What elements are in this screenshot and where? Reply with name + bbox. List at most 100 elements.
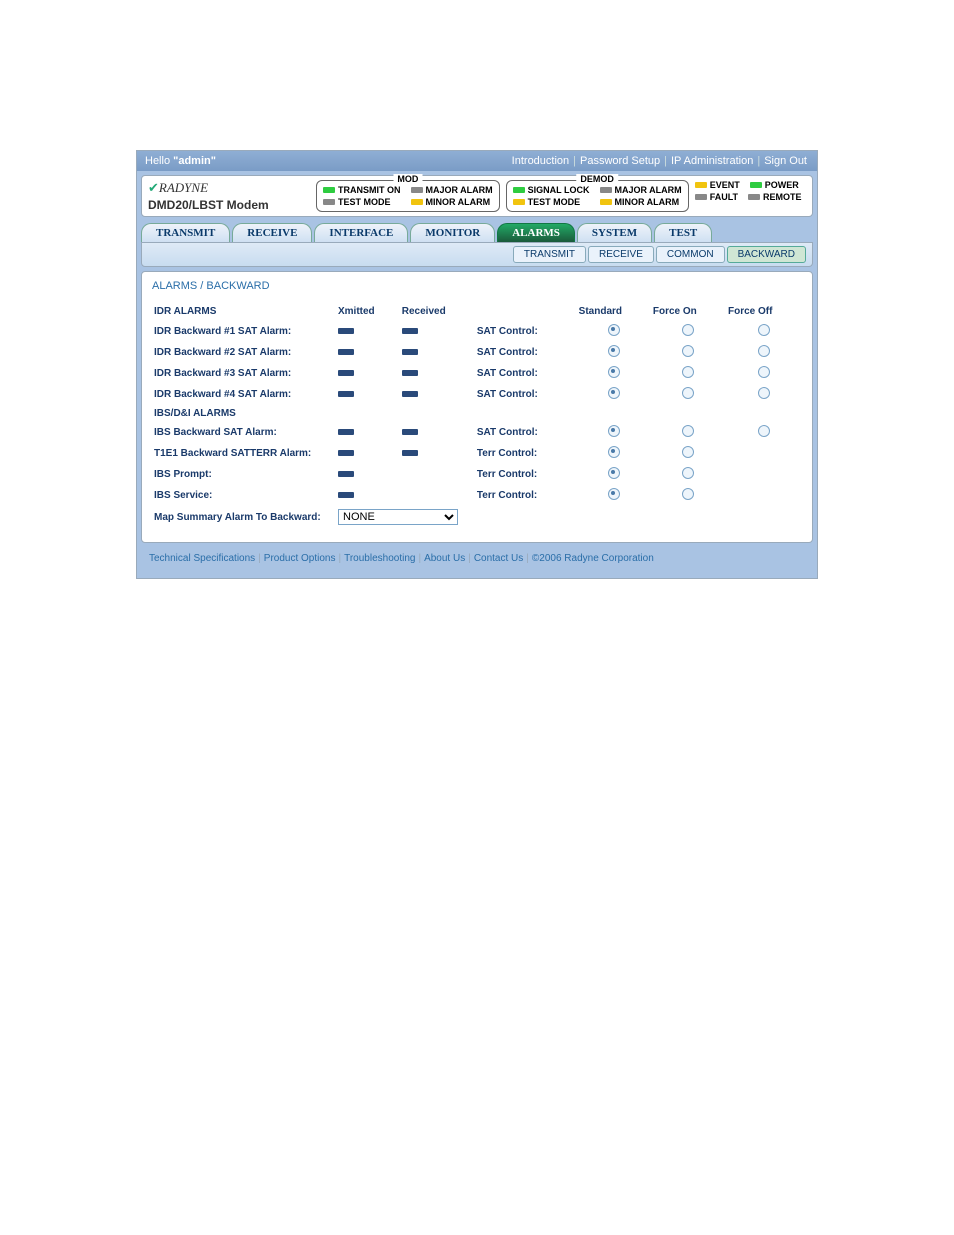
control-label: SAT Control: [475, 422, 577, 443]
radio[interactable] [682, 425, 694, 437]
table-row: IDR Backward #2 SAT Alarm:SAT Control: [152, 342, 802, 363]
led-icon [600, 187, 612, 193]
radio[interactable] [608, 345, 620, 357]
status-bar-icon [402, 328, 418, 334]
control-label: SAT Control: [475, 321, 577, 342]
sub-tab-transmit[interactable]: TRANSMIT [513, 246, 586, 263]
col-section: IDR ALARMS [152, 302, 336, 321]
col-header: Xmitted [336, 302, 400, 321]
status-demod-title: DEMOD [576, 174, 618, 184]
radio[interactable] [682, 488, 694, 500]
led-icon [600, 199, 612, 205]
radio[interactable] [608, 467, 620, 479]
col-header: Force On [651, 302, 726, 321]
radio[interactable] [758, 345, 770, 357]
status-led-item: MINOR ALARM [411, 197, 493, 207]
status-bar-icon [338, 349, 354, 355]
row-label: IDR Backward #1 SAT Alarm: [152, 321, 336, 342]
radio[interactable] [758, 366, 770, 378]
led-label: MINOR ALARM [615, 197, 680, 207]
radio[interactable] [682, 366, 694, 378]
main-tab-system[interactable]: SYSTEM [577, 223, 652, 242]
status-mod: MOD TRANSMIT ONTEST MODE MAJOR ALARMMINO… [316, 180, 500, 212]
led-label: TRANSMIT ON [338, 185, 401, 195]
status-bar-icon [338, 328, 354, 334]
sub-tab-receive[interactable]: RECEIVE [588, 246, 654, 263]
radio[interactable] [608, 488, 620, 500]
table-row: T1E1 Backward SATTERR Alarm: Terr Control… [152, 443, 802, 464]
main-tab-interface[interactable]: INTERFACE [314, 223, 408, 242]
radio[interactable] [682, 345, 694, 357]
row-label: T1E1 Backward SATTERR Alarm: [152, 443, 336, 464]
footer-copyright: ©2006 Radyne Corporation [532, 553, 654, 564]
greet-user: "admin" [173, 155, 216, 167]
radio[interactable] [682, 467, 694, 479]
radio[interactable] [758, 387, 770, 399]
sub-tab-backward[interactable]: BACKWARD [727, 246, 806, 263]
topbar-link[interactable]: IP Administration [671, 155, 753, 167]
led-icon [411, 199, 423, 205]
control-label: SAT Control: [475, 342, 577, 363]
led-label: FAULT [710, 192, 738, 202]
sub-tab-common[interactable]: COMMON [656, 246, 725, 263]
status-misc: EVENTPOWERFAULTREMOTE [695, 180, 802, 212]
status-bar-icon [402, 429, 418, 435]
topbar-link[interactable]: Introduction [512, 155, 569, 167]
brand-model: DMD20/LBST Modem [148, 198, 308, 212]
footer-link[interactable]: Technical Specifications [149, 553, 255, 564]
footer-link[interactable]: Troubleshooting [344, 553, 415, 564]
footer-link[interactable]: About Us [424, 553, 465, 564]
radio[interactable] [608, 446, 620, 458]
control-label: Terr Control: [475, 443, 577, 464]
radio[interactable] [608, 324, 620, 336]
map-select[interactable]: NONE [338, 509, 458, 525]
main-tab-receive[interactable]: RECEIVE [232, 223, 312, 242]
main-tab-test[interactable]: TEST [654, 223, 712, 242]
radio[interactable] [608, 366, 620, 378]
main-tab-transmit[interactable]: TRANSMIT [141, 223, 230, 242]
col-header: Received [400, 302, 475, 321]
row-label: IBS Prompt: [152, 464, 336, 485]
table-row: IBS Service:Terr Control: [152, 485, 802, 506]
radio[interactable] [758, 425, 770, 437]
status-mod-title: MOD [393, 174, 422, 184]
topbar-link[interactable]: Password Setup [580, 155, 660, 167]
brand-name: RADYNE [159, 180, 208, 195]
table-row: IDR Backward #4 SAT Alarm:SAT Control: [152, 384, 802, 405]
topbar: Hello "admin" Introduction|Password Setu… [137, 151, 817, 171]
status-bar-icon [402, 370, 418, 376]
row-label: IDR Backward #4 SAT Alarm: [152, 384, 336, 405]
col-header: Standard [577, 302, 651, 321]
led-icon [695, 182, 707, 188]
radio[interactable] [682, 446, 694, 458]
radio[interactable] [682, 387, 694, 399]
main-tab-monitor[interactable]: MONITOR [410, 223, 495, 242]
status-led-item: SIGNAL LOCK [513, 185, 590, 195]
breadcrumb: ALARMS / BACKWARD [152, 280, 802, 292]
led-icon [411, 187, 423, 193]
status-led-item: TEST MODE [513, 197, 590, 207]
led-icon [748, 194, 760, 200]
main-tab-alarms[interactable]: ALARMS [497, 223, 575, 242]
led-label: TEST MODE [338, 197, 391, 207]
radio[interactable] [608, 387, 620, 399]
led-label: POWER [765, 180, 799, 190]
map-label: Map Summary Alarm To Backward: [152, 506, 336, 528]
status-bar-icon [338, 370, 354, 376]
radio[interactable] [682, 324, 694, 336]
radio[interactable] [608, 425, 620, 437]
radio[interactable] [758, 324, 770, 336]
brand: ✔RADYNE DMD20/LBST Modem [148, 180, 308, 212]
footer: Technical Specifications|Product Options… [141, 547, 813, 574]
footer-link[interactable]: Product Options [264, 553, 336, 564]
control-label: SAT Control: [475, 363, 577, 384]
footer-link[interactable]: Contact Us [474, 553, 523, 564]
topbar-link[interactable]: Sign Out [764, 155, 807, 167]
row-label: IDR Backward #3 SAT Alarm: [152, 363, 336, 384]
led-icon [750, 182, 762, 188]
sub-tabs: TRANSMITRECEIVECOMMONBACKWARD [141, 242, 813, 267]
status-led-item: POWER [750, 180, 799, 190]
alarms-table: IDR ALARMS XmittedReceived StandardForce … [152, 302, 802, 528]
led-label: MAJOR ALARM [426, 185, 493, 195]
status-led-item: EVENT [695, 180, 740, 190]
